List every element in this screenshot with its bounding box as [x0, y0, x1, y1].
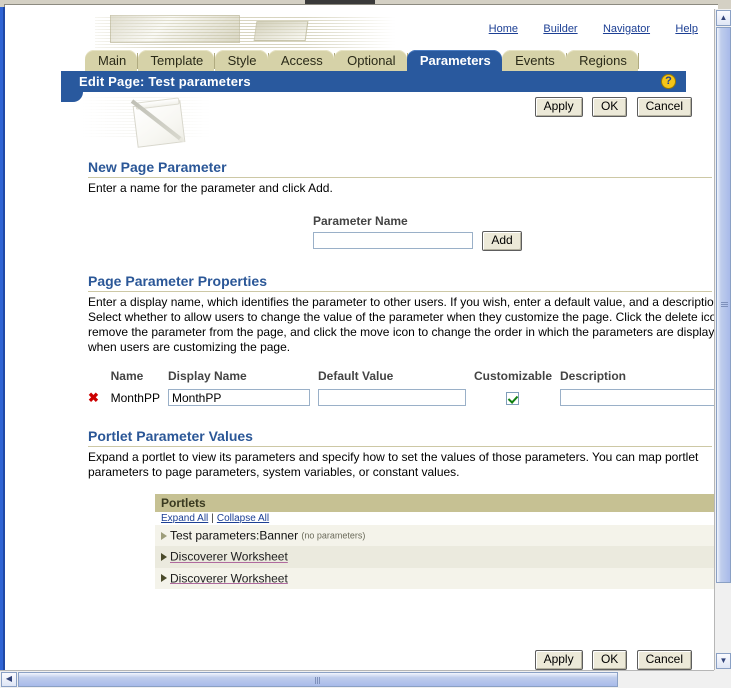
- tab-optional[interactable]: Optional: [334, 50, 408, 72]
- nav-link-navigator[interactable]: Navigator: [603, 23, 650, 35]
- banner-image-icon: [110, 15, 240, 43]
- page-parameter-properties-heading: Page Parameter Properties: [88, 273, 712, 292]
- nav-link-builder[interactable]: Builder: [543, 23, 577, 35]
- row-customizable-cell: [474, 389, 560, 406]
- expand-all-link[interactable]: Expand All: [161, 513, 208, 524]
- section-portlet-parameter-values: Portlet Parameter Values Expand a portle…: [88, 428, 714, 589]
- page-title-bar: Edit Page: Test parameters ?: [61, 71, 686, 92]
- portlet-parameter-values-instructions: Expand a portlet to view its parameters …: [88, 450, 699, 479]
- nav-link-home[interactable]: Home: [489, 23, 518, 35]
- col-header-description: Description: [560, 369, 627, 383]
- tab-events[interactable]: Events: [502, 50, 567, 72]
- tab-regions[interactable]: Regions: [566, 50, 639, 72]
- add-button[interactable]: Add: [482, 231, 522, 251]
- portlet-note: (no parameters): [301, 530, 366, 541]
- table-row: ✖ MonthPP: [88, 389, 714, 406]
- col-header-actions: [88, 369, 111, 389]
- portlet-label: Test parameters:Banner: [170, 528, 299, 543]
- tab-strip: Main Template Style Access Optional Para…: [85, 50, 639, 72]
- page-parameter-properties-instructions: Enter a display name, which identifies t…: [88, 295, 714, 354]
- list-item: Discoverer Worksheet: [155, 567, 714, 589]
- list-item: Discoverer Worksheet: [155, 546, 714, 568]
- portlet-link[interactable]: Discoverer Worksheet: [170, 571, 288, 585]
- col-header-default-value: Default Value: [317, 369, 394, 383]
- portlets-table-header: Portlets: [155, 494, 714, 512]
- tab-template[interactable]: Template: [137, 50, 216, 72]
- question-mark-icon[interactable]: ?: [661, 74, 676, 89]
- row-delete-cell: ✖: [88, 389, 111, 406]
- left-edge-strip-highlight: [0, 7, 3, 677]
- horizontal-scrollbar[interactable]: ◀ ▶: [0, 670, 731, 688]
- col-header-customizable: Customizable: [473, 369, 552, 383]
- row-default-value-cell: [317, 389, 474, 406]
- global-nav-links: Home Builder Navigator Help: [467, 21, 698, 35]
- browser-viewport: Home Builder Navigator Help Main Templat…: [0, 0, 731, 688]
- new-page-parameter-heading: New Page Parameter: [88, 159, 712, 178]
- vertical-scrollbar-thumb[interactable]: [716, 27, 731, 583]
- parameter-name-label: Parameter Name: [313, 214, 408, 228]
- tools-separator: |: [211, 513, 214, 524]
- apply-button-bottom[interactable]: Apply: [534, 650, 583, 670]
- tab-parameters[interactable]: Parameters: [406, 50, 502, 72]
- section-page-parameter-properties: Page Parameter Properties Enter a displa…: [88, 273, 714, 406]
- parameter-name-input[interactable]: [313, 232, 473, 250]
- cancel-button-bottom[interactable]: Cancel: [636, 650, 692, 670]
- scroll-left-arrow-icon[interactable]: ◀: [1, 672, 17, 687]
- expand-arrow-icon[interactable]: [161, 531, 167, 540]
- delete-x-icon[interactable]: ✖: [88, 390, 99, 405]
- notepad-pencil-watermark-icon: [80, 97, 260, 159]
- parameter-name-field-group: Parameter Name Add: [313, 214, 714, 251]
- cancel-button-top[interactable]: Cancel: [636, 97, 692, 117]
- banner-image-secondary-icon: [253, 21, 309, 41]
- tab-style[interactable]: Style: [214, 50, 269, 72]
- col-header-display-name: Display Name: [167, 369, 247, 383]
- portlets-expand-collapse-tools: Expand All | Collapse All: [155, 512, 714, 525]
- row-display-name-cell: [167, 389, 318, 406]
- customizable-checkbox[interactable]: [506, 391, 520, 405]
- list-item: Test parameters:Banner (no parameters): [155, 525, 714, 547]
- page-content-area: Home Builder Navigator Help Main Templat…: [5, 9, 714, 670]
- horizontal-scrollbar-thumb[interactable]: [18, 672, 618, 687]
- portlets-table: Portlets Expand All | Collapse All Test pa…: [155, 494, 714, 589]
- nav-link-help[interactable]: Help: [675, 23, 698, 35]
- tab-main[interactable]: Main: [85, 50, 139, 72]
- main-content: New Page Parameter Enter a name for the …: [5, 159, 714, 589]
- vertical-scrollbar[interactable]: ▲ ▼: [714, 9, 731, 670]
- display-name-input[interactable]: [167, 389, 310, 406]
- description-input[interactable]: [560, 389, 714, 406]
- top-action-buttons: Apply OK Cancel: [529, 97, 692, 117]
- row-description-cell: [560, 389, 714, 406]
- section-new-page-parameter: New Page Parameter Enter a name for the …: [88, 159, 714, 251]
- page-parameters-table: Name Display Name Default Value Customiz…: [88, 369, 714, 406]
- table-header-row: Name Display Name Default Value Customiz…: [88, 369, 714, 389]
- window-chrome-top: [0, 0, 731, 9]
- collapse-all-link[interactable]: Collapse All: [217, 513, 269, 524]
- scroll-down-arrow-icon[interactable]: ▼: [716, 653, 731, 669]
- new-page-parameter-instructions: Enter a name for the parameter and click…: [88, 181, 333, 195]
- scrollbar-grip-icon: [315, 677, 320, 684]
- apply-button-top[interactable]: Apply: [534, 97, 583, 117]
- scrollbar-grip-icon: [721, 302, 728, 307]
- expand-arrow-icon[interactable]: [161, 553, 167, 562]
- ok-button-bottom[interactable]: OK: [591, 650, 628, 670]
- default-value-input[interactable]: [317, 389, 466, 406]
- tab-access[interactable]: Access: [267, 50, 335, 72]
- bottom-action-buttons: Apply OK Cancel: [529, 650, 692, 670]
- col-header-name: Name: [110, 369, 144, 383]
- site-banner: Home Builder Navigator Help: [5, 9, 714, 51]
- expand-arrow-icon[interactable]: [161, 574, 167, 583]
- ok-button-top[interactable]: OK: [591, 97, 628, 117]
- page-title: Edit Page: Test parameters: [79, 74, 251, 89]
- scroll-up-arrow-icon[interactable]: ▲: [716, 10, 731, 26]
- portlet-link[interactable]: Discoverer Worksheet: [170, 550, 288, 564]
- portlet-parameter-values-heading: Portlet Parameter Values: [88, 428, 712, 447]
- scrollbar-corner: [714, 670, 731, 688]
- row-name-cell: MonthPP: [110, 390, 160, 405]
